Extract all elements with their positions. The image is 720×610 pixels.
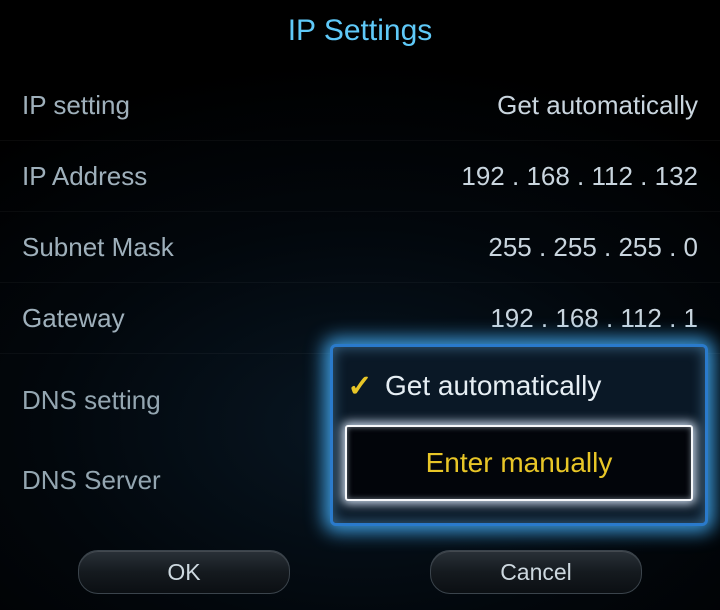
value-subnet-mask: 255 . 255 . 255 . 0: [488, 232, 698, 263]
dropdown-option-manual-label: Enter manually: [426, 447, 613, 479]
dropdown-option-auto[interactable]: ✓ Get automatically: [333, 347, 705, 425]
value-gateway: 192 . 168 . 112 . 1: [490, 303, 698, 334]
row-ip-address[interactable]: IP Address 192 . 168 . 112 . 132: [0, 141, 720, 212]
row-dns-server[interactable]: DNS Server: [22, 440, 322, 520]
settings-list: IP setting Get automatically IP Address …: [0, 70, 720, 354]
dialog-buttons: OK Cancel: [0, 550, 720, 594]
check-icon: ✓: [347, 369, 373, 404]
dns-area: DNS setting DNS Server ✓ Get automatical…: [0, 360, 720, 536]
cancel-button[interactable]: Cancel: [430, 550, 642, 594]
dns-left-labels: DNS setting DNS Server: [22, 360, 322, 520]
value-ip-address: 192 . 168 . 112 . 132: [461, 161, 698, 192]
value-ip-setting: Get automatically: [497, 90, 698, 121]
label-gateway: Gateway: [22, 303, 125, 334]
row-dns-setting[interactable]: DNS setting: [22, 360, 322, 440]
label-ip-address: IP Address: [22, 161, 147, 192]
ip-settings-screen: IP Settings IP setting Get automatically…: [0, 0, 720, 610]
row-ip-setting[interactable]: IP setting Get automatically: [0, 70, 720, 141]
label-subnet-mask: Subnet Mask: [22, 232, 174, 263]
label-ip-setting: IP setting: [22, 90, 130, 121]
dropdown-option-auto-label: Get automatically: [385, 370, 601, 402]
row-subnet-mask[interactable]: Subnet Mask 255 . 255 . 255 . 0: [0, 212, 720, 283]
page-title: IP Settings: [0, 0, 720, 48]
dns-setting-dropdown[interactable]: ✓ Get automatically Enter manually: [330, 344, 708, 526]
ok-button[interactable]: OK: [78, 550, 290, 594]
dropdown-option-manual[interactable]: Enter manually: [345, 425, 693, 501]
